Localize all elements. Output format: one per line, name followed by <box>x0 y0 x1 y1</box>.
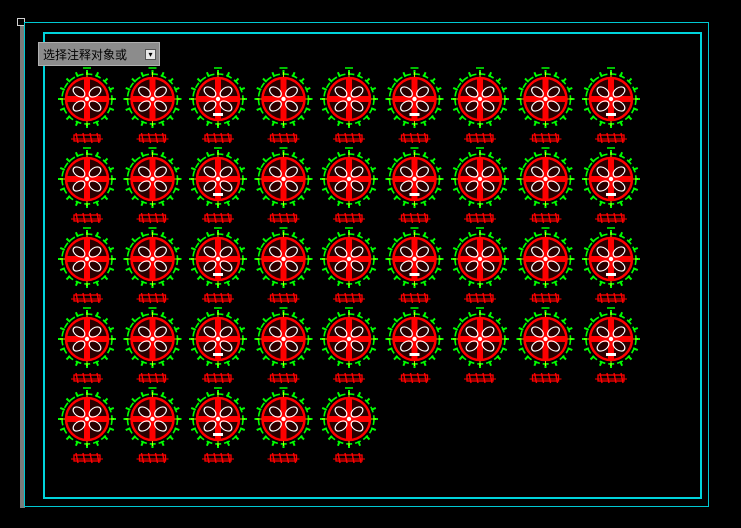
symbol-label <box>464 132 496 144</box>
symbol-label <box>398 292 431 304</box>
command-prompt-text: 选择注释对象或 <box>43 47 128 62</box>
symbol-label <box>267 452 300 464</box>
symbol-label <box>333 372 365 384</box>
symbol-label <box>464 372 496 384</box>
cad-symbol[interactable] <box>189 227 247 304</box>
symbol-label <box>267 212 300 224</box>
cad-symbol[interactable] <box>320 147 378 224</box>
symbol-label <box>202 212 234 224</box>
cad-symbol[interactable] <box>58 227 116 304</box>
cad-symbol[interactable] <box>582 67 640 144</box>
cad-symbol[interactable] <box>189 67 247 144</box>
symbol-grid <box>58 67 640 464</box>
symbol-label <box>333 292 365 304</box>
symbol-label <box>333 212 365 224</box>
cad-symbol[interactable] <box>254 307 313 384</box>
cad-symbol[interactable] <box>189 307 247 384</box>
symbol-label <box>71 292 103 304</box>
symbol-label <box>71 132 103 144</box>
symbol-label <box>398 372 431 384</box>
symbol-label <box>529 132 562 144</box>
cad-symbol[interactable] <box>582 227 640 304</box>
cad-drawing-canvas[interactable]: 选择注释对象或 ▾ <box>0 0 741 528</box>
cad-symbol[interactable] <box>123 67 182 144</box>
cad-symbol[interactable] <box>385 307 444 384</box>
cad-symbol[interactable] <box>320 67 378 144</box>
cad-symbol[interactable] <box>582 307 640 384</box>
cad-symbol[interactable] <box>516 67 575 144</box>
cad-symbol[interactable] <box>123 227 182 304</box>
cad-symbol[interactable] <box>320 387 378 464</box>
symbol-label <box>136 452 169 464</box>
cad-symbol[interactable] <box>385 227 444 304</box>
cad-symbol[interactable] <box>320 307 378 384</box>
symbol-label <box>529 292 562 304</box>
cad-symbol[interactable] <box>582 147 640 224</box>
symbol-label <box>595 372 627 384</box>
cad-symbol[interactable] <box>254 387 313 464</box>
symbol-label <box>71 452 103 464</box>
symbol-label <box>595 212 627 224</box>
cad-symbol[interactable] <box>451 147 509 224</box>
cad-symbol[interactable] <box>123 147 182 224</box>
cad-symbol[interactable] <box>254 67 313 144</box>
symbol-label <box>136 212 169 224</box>
cad-symbol[interactable] <box>58 67 116 144</box>
cad-symbol[interactable] <box>58 307 116 384</box>
symbol-label <box>464 292 496 304</box>
symbol-label <box>71 372 103 384</box>
symbol-label <box>398 132 431 144</box>
symbol-label <box>136 372 169 384</box>
symbol-label <box>529 372 562 384</box>
cad-symbol[interactable] <box>385 147 444 224</box>
cad-symbol[interactable] <box>451 67 509 144</box>
symbol-label <box>333 452 365 464</box>
cad-symbol[interactable] <box>58 387 116 464</box>
cad-symbol[interactable] <box>320 227 378 304</box>
symbol-label <box>136 132 169 144</box>
cad-symbol[interactable] <box>385 67 444 144</box>
symbol-label <box>202 132 234 144</box>
cad-symbol[interactable] <box>254 227 313 304</box>
cad-symbol[interactable] <box>189 147 247 224</box>
symbol-label <box>202 372 234 384</box>
symbol-label <box>202 452 234 464</box>
symbol-label <box>398 212 431 224</box>
symbol-label <box>595 132 627 144</box>
symbol-label <box>529 212 562 224</box>
symbol-label <box>267 372 300 384</box>
symbol-label <box>595 292 627 304</box>
symbol-label <box>267 132 300 144</box>
cad-symbol[interactable] <box>516 147 575 224</box>
cad-symbol[interactable] <box>451 307 509 384</box>
cad-symbol[interactable] <box>58 147 116 224</box>
cad-symbol[interactable] <box>516 307 575 384</box>
cad-symbol[interactable] <box>254 147 313 224</box>
symbol-label <box>202 292 234 304</box>
cad-symbol[interactable] <box>451 227 509 304</box>
cad-symbol[interactable] <box>123 307 182 384</box>
symbol-label <box>464 212 496 224</box>
symbol-label <box>333 132 365 144</box>
dropdown-arrow-icon[interactable]: ▾ <box>145 49 156 60</box>
cad-symbol[interactable] <box>516 227 575 304</box>
symbol-label <box>267 292 300 304</box>
cad-symbol[interactable] <box>189 387 247 464</box>
symbol-label <box>136 292 169 304</box>
symbol-label <box>71 212 103 224</box>
cad-symbol[interactable] <box>123 387 182 464</box>
command-prompt-tooltip: 选择注释对象或 ▾ <box>38 42 160 66</box>
